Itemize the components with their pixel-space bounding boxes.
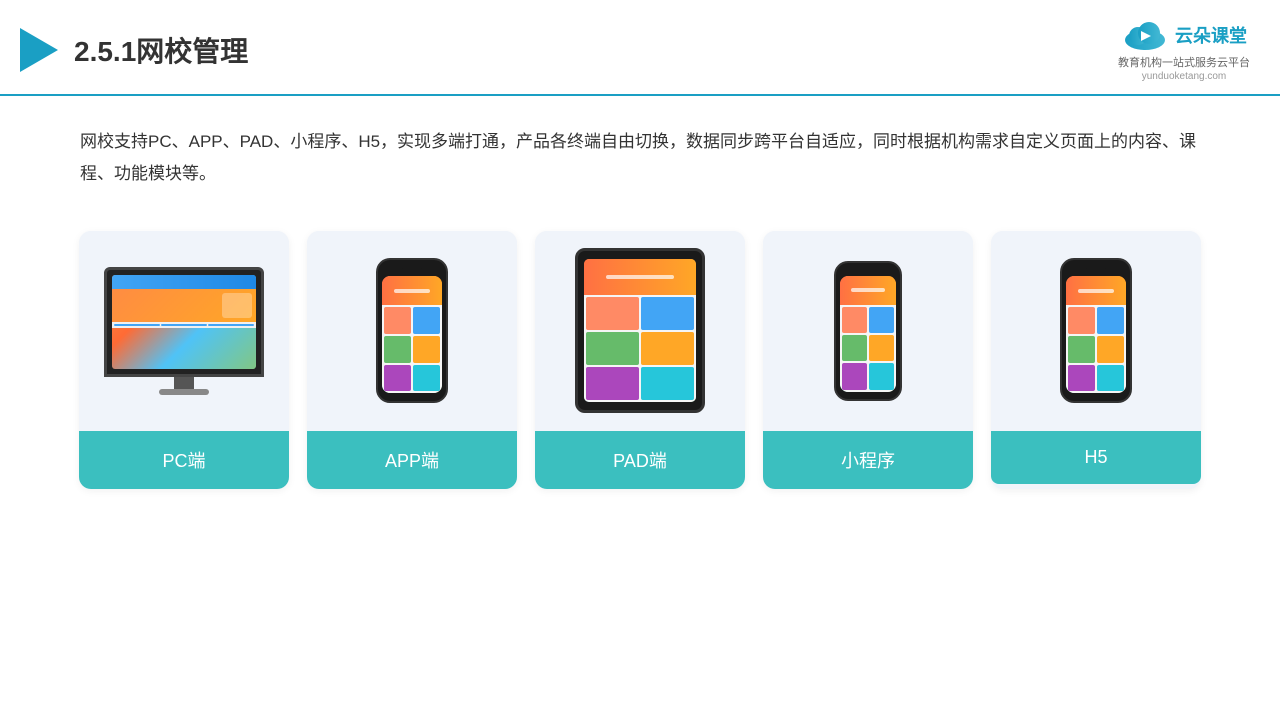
cards-container: PC端 — [0, 211, 1280, 519]
card-image-miniprogram — [763, 231, 973, 431]
pc-screen-content — [112, 275, 256, 369]
mini-card-5 — [842, 363, 867, 389]
h5-mini-card-6 — [1097, 365, 1124, 392]
pad-mini-card-4 — [641, 332, 694, 365]
pad-screen-content — [584, 259, 696, 402]
monitor-base — [159, 389, 209, 395]
card-label-pad: PAD端 — [535, 431, 745, 489]
pad-mini-card-5 — [586, 367, 639, 400]
mini-card-4 — [869, 335, 894, 361]
app-mini-card-1 — [384, 307, 411, 334]
card-app: APP端 — [307, 231, 517, 489]
app-mini-card-4 — [413, 336, 440, 363]
pc-card-2 — [161, 324, 207, 326]
pc-hero-section — [112, 289, 256, 322]
phone-mockup-mini — [834, 261, 902, 401]
pad-header-bar — [584, 259, 696, 295]
brand-name: 云朵课堂 — [1175, 22, 1247, 48]
header: 2.5.1网校管理 云朵课堂 教育机构一站式服务云平台 — [0, 0, 1280, 96]
card-image-h5 — [991, 231, 1201, 431]
pc-nav-bar — [112, 275, 256, 289]
mini-card-2 — [869, 307, 894, 333]
mini-header-bar — [840, 276, 896, 305]
monitor-neck — [174, 377, 194, 389]
card-label-h5: H5 — [991, 431, 1201, 484]
pad-mini-card-2 — [641, 297, 694, 330]
pad-mini-card-6 — [641, 367, 694, 400]
h5-header-text — [1078, 289, 1114, 293]
card-label-app: APP端 — [307, 431, 517, 489]
h5-mini-card-4 — [1097, 336, 1124, 363]
app-mini-card-3 — [384, 336, 411, 363]
tablet-body — [575, 248, 705, 413]
app-screen-content — [382, 276, 442, 393]
card-image-pad — [535, 231, 745, 431]
pad-mini-card-1 — [586, 297, 639, 330]
card-pc: PC端 — [79, 231, 289, 489]
pad-header-text — [606, 275, 673, 279]
phone-notch-h5 — [1085, 268, 1107, 273]
phone-mockup-h5 — [1060, 258, 1132, 403]
monitor-screen — [112, 275, 256, 369]
h5-header-bar — [1066, 276, 1126, 305]
h5-mini-card-5 — [1068, 365, 1095, 392]
phone-screen-h5 — [1066, 276, 1126, 393]
h5-mini-card-1 — [1068, 307, 1095, 334]
app-header-bar — [382, 276, 442, 305]
h5-mini-card-2 — [1097, 307, 1124, 334]
h5-screen-content — [1066, 276, 1126, 393]
card-label-pc: PC端 — [79, 431, 289, 489]
mini-phone-screen — [840, 276, 896, 392]
cloud-icon — [1121, 18, 1169, 52]
phone-screen-app — [382, 276, 442, 393]
logo-url: yunduoketang.com — [1142, 71, 1227, 82]
tablet-mockup — [575, 248, 705, 413]
page-title: 2.5.1网校管理 — [74, 30, 248, 70]
phone-body-app — [376, 258, 448, 403]
logo-tagline: 教育机构一站式服务云平台 — [1118, 54, 1250, 70]
pc-card-1 — [114, 324, 160, 326]
pc-hero-image — [222, 293, 252, 318]
logo-cloud: 云朵课堂 — [1121, 18, 1247, 52]
mini-phone-notch — [858, 270, 878, 274]
section-number: 2.5.1 — [74, 36, 136, 67]
phone-notch-app — [401, 268, 423, 273]
pad-mini-card-3 — [586, 332, 639, 365]
monitor-mockup — [104, 267, 264, 395]
monitor-body — [104, 267, 264, 377]
app-mini-card-6 — [413, 365, 440, 392]
mini-card-6 — [869, 363, 894, 389]
header-left: 2.5.1网校管理 — [20, 28, 248, 72]
h5-screen-body — [1066, 305, 1126, 393]
app-mini-card-5 — [384, 365, 411, 392]
mini-header-text — [851, 288, 885, 292]
app-screen-body — [382, 305, 442, 393]
pc-content-area — [112, 322, 256, 328]
play-icon — [20, 28, 58, 72]
pc-card-3 — [208, 324, 254, 326]
card-image-pc — [79, 231, 289, 431]
app-header-text-bar — [394, 289, 430, 293]
logo-area: 云朵课堂 教育机构一站式服务云平台 yunduoketang.com — [1118, 18, 1250, 82]
card-pad: PAD端 — [535, 231, 745, 489]
mini-card-1 — [842, 307, 867, 333]
mini-screen-content — [840, 276, 896, 392]
app-mini-card-2 — [413, 307, 440, 334]
card-h5: H5 — [991, 231, 1201, 489]
card-label-miniprogram: 小程序 — [763, 431, 973, 489]
mini-phone-body — [834, 261, 902, 401]
card-image-app — [307, 231, 517, 431]
h5-mini-card-3 — [1068, 336, 1095, 363]
mini-card-3 — [842, 335, 867, 361]
mini-screen-body — [840, 305, 896, 392]
title-text: 网校管理 — [136, 36, 248, 67]
phone-mockup-app — [376, 258, 448, 403]
pad-screen-body — [584, 295, 696, 402]
phone-body-h5 — [1060, 258, 1132, 403]
tablet-screen — [584, 259, 696, 402]
description-text: 网校支持PC、APP、PAD、小程序、H5，实现多端打通，产品各终端自由切换，数… — [0, 96, 1280, 211]
card-miniprogram: 小程序 — [763, 231, 973, 489]
